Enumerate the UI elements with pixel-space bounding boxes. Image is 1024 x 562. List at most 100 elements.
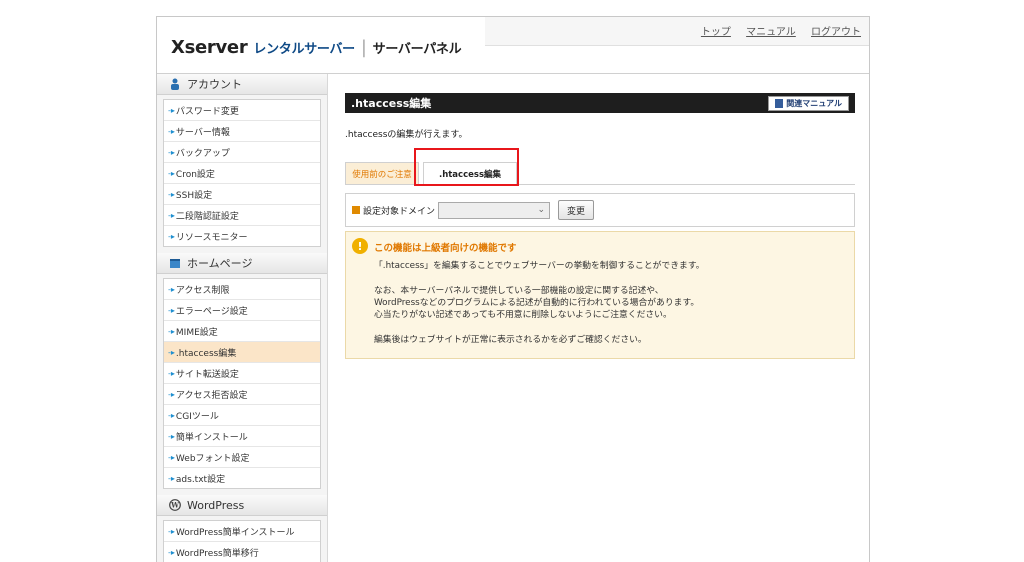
section-wordpress: W WordPress bbox=[157, 495, 327, 516]
sidebar-item-label: SSH設定 bbox=[175, 190, 213, 201]
sidebar-item-label: MIME設定 bbox=[175, 327, 218, 338]
sidebar-item-label: WordPress簡単インストール bbox=[175, 527, 295, 538]
section-homepage-title: ホームページ bbox=[187, 257, 253, 270]
arrow-icon: -▸ bbox=[168, 210, 175, 220]
sidebar-item-access-deny[interactable]: -▸ アクセス拒否設定 bbox=[164, 384, 320, 405]
sidebar-item-label: 二段階認証設定 bbox=[175, 211, 239, 222]
sidebar-item-label: リソースモニター bbox=[175, 232, 248, 243]
arrow-icon: -▸ bbox=[168, 168, 175, 178]
page-title-bar: .htaccess編集 関連マニュアル bbox=[345, 93, 855, 113]
sidebar-item-label: パスワード変更 bbox=[175, 106, 239, 117]
arrow-icon: -▸ bbox=[168, 126, 175, 136]
sidebar-item-label: Cron設定 bbox=[175, 169, 215, 180]
sidebar-item-easy-install[interactable]: -▸ 簡単インストール bbox=[164, 426, 320, 447]
sidebar-item-label: WordPress簡単移行 bbox=[175, 548, 259, 559]
link-top[interactable]: トップ bbox=[701, 27, 731, 38]
sidebar-item-2fa[interactable]: -▸ 二段階認証設定 bbox=[164, 205, 320, 226]
notice-line: WordPressなどのプログラムによる記述が自動的に行われている場合があります… bbox=[374, 298, 700, 308]
menu-homepage: -▸ アクセス制限 -▸ エラーページ設定 -▸ MIME設定 -▸ .htaccess… bbox=[163, 278, 321, 489]
related-manual-button[interactable]: 関連マニュアル bbox=[768, 96, 849, 111]
sidebar-item-label: エラーページ設定 bbox=[175, 306, 248, 317]
book-icon bbox=[775, 99, 784, 108]
sidebar-item-resource-monitor[interactable]: -▸ リソースモニター bbox=[164, 226, 320, 246]
bullet-icon bbox=[352, 206, 360, 214]
menu-account: -▸ パスワード変更 -▸ サーバー情報 -▸ バックアップ -▸ Cron設定 -▸ S… bbox=[163, 99, 321, 247]
arrow-icon: -▸ bbox=[168, 147, 175, 157]
sidebar-item-cgi-tool[interactable]: -▸ CGIツール bbox=[164, 405, 320, 426]
domain-label: 設定対象ドメイン bbox=[363, 206, 436, 217]
sidebar-item-wp-migrate[interactable]: -▸ WordPress簡単移行 bbox=[164, 542, 320, 562]
page-title: .htaccess編集 bbox=[351, 97, 432, 110]
wordpress-icon: W bbox=[169, 499, 181, 511]
arrow-icon: -▸ bbox=[168, 305, 175, 315]
sidebar-item-label: アクセス拒否設定 bbox=[175, 390, 248, 401]
link-manual[interactable]: マニュアル bbox=[746, 27, 796, 38]
sidebar: アカウント -▸ パスワード変更 -▸ サーバー情報 -▸ バックアップ -▸ Cron… bbox=[157, 74, 328, 562]
section-wordpress-title: WordPress bbox=[187, 498, 245, 512]
person-icon bbox=[169, 78, 181, 90]
sidebar-item-htaccess[interactable]: -▸ .htaccess編集 bbox=[164, 342, 320, 363]
sidebar-item-label: サイト転送設定 bbox=[175, 369, 239, 380]
logo-brand: レンタルサーバー bbox=[253, 42, 355, 57]
sidebar-item-backup[interactable]: -▸ バックアップ bbox=[164, 142, 320, 163]
sidebar-item-password[interactable]: -▸ パスワード変更 bbox=[164, 100, 320, 121]
chevron-down-icon: ⌄ bbox=[537, 205, 546, 215]
sidebar-item-server-info[interactable]: -▸ サーバー情報 bbox=[164, 121, 320, 142]
header: Xserver レンタルサーバー | サーバーパネル トップ マニュアル ログアウト bbox=[157, 17, 869, 74]
sidebar-item-cron[interactable]: -▸ Cron設定 bbox=[164, 163, 320, 184]
logo-main: Xserver bbox=[171, 37, 248, 58]
arrow-icon: -▸ bbox=[168, 526, 175, 536]
sidebar-item-label: バックアップ bbox=[175, 148, 230, 159]
panel-frame: Xserver レンタルサーバー | サーバーパネル トップ マニュアル ログアウト … bbox=[156, 16, 870, 562]
svg-text:W: W bbox=[170, 501, 179, 510]
sidebar-item-label: アクセス制限 bbox=[175, 285, 230, 296]
sidebar-item-ads-txt[interactable]: -▸ ads.txt設定 bbox=[164, 468, 320, 488]
arrow-icon: -▸ bbox=[168, 452, 175, 462]
arrow-icon: -▸ bbox=[168, 473, 175, 483]
sidebar-item-ssh[interactable]: -▸ SSH設定 bbox=[164, 184, 320, 205]
intro-text: .htaccessの編集が行えます。 bbox=[345, 130, 468, 140]
arrow-icon: -▸ bbox=[168, 547, 175, 557]
logo-panel: サーバーパネル bbox=[372, 42, 462, 57]
arrow-icon: -▸ bbox=[168, 347, 175, 357]
menu-wordpress: -▸ WordPress簡単インストール -▸ WordPress簡単移行 bbox=[163, 520, 321, 562]
sidebar-item-access-restriction[interactable]: -▸ アクセス制限 bbox=[164, 279, 320, 300]
arrow-icon: -▸ bbox=[168, 389, 175, 399]
sidebar-item-wp-install[interactable]: -▸ WordPress簡単インストール bbox=[164, 521, 320, 542]
logo-separator: | bbox=[360, 37, 367, 58]
warning-notice: ! この機能は上級者向けの機能です 「.htaccess」を編集することでウェブ… bbox=[345, 231, 855, 359]
sidebar-item-label: 簡単インストール bbox=[175, 432, 248, 443]
sidebar-item-label: CGIツール bbox=[175, 411, 219, 422]
logo[interactable]: Xserver レンタルサーバー | サーバーパネル bbox=[171, 37, 462, 58]
arrow-icon: -▸ bbox=[168, 105, 175, 115]
arrow-icon: -▸ bbox=[168, 368, 175, 378]
domain-form: 設定対象ドメイン ⌄ 変更 bbox=[345, 193, 855, 227]
sidebar-item-label: ads.txt設定 bbox=[175, 474, 226, 485]
main-content: .htaccess編集 関連マニュアル .htaccessの編集が行えます。 使… bbox=[345, 93, 855, 359]
sidebar-item-site-redirect[interactable]: -▸ サイト転送設定 bbox=[164, 363, 320, 384]
section-homepage: ホームページ bbox=[157, 253, 327, 274]
sidebar-item-label: .htaccess編集 bbox=[175, 348, 237, 359]
sidebar-item-error-page[interactable]: -▸ エラーページ設定 bbox=[164, 300, 320, 321]
arrow-icon: -▸ bbox=[168, 431, 175, 441]
link-logout[interactable]: ログアウト bbox=[811, 27, 861, 38]
arrow-icon: -▸ bbox=[168, 410, 175, 420]
tab-precautions[interactable]: 使用前のご注意 bbox=[345, 162, 419, 184]
homepage-icon bbox=[169, 257, 181, 269]
top-links: トップ マニュアル ログアウト bbox=[689, 23, 861, 38]
notice-line: なお、本サーバーパネルで提供している一部機能の設定に関する記述や、 bbox=[374, 286, 664, 296]
sidebar-item-mime[interactable]: -▸ MIME設定 bbox=[164, 321, 320, 342]
domain-select[interactable]: ⌄ bbox=[438, 201, 551, 219]
highlight-box bbox=[414, 148, 519, 186]
arrow-icon: -▸ bbox=[168, 189, 175, 199]
section-account-title: アカウント bbox=[187, 78, 242, 91]
section-account: アカウント bbox=[157, 74, 327, 95]
related-manual-label: 関連マニュアル bbox=[786, 99, 842, 108]
arrow-icon: -▸ bbox=[168, 284, 175, 294]
sidebar-item-label: Webフォント設定 bbox=[175, 453, 250, 464]
notice-line: 「.htaccess」を編集することでウェブサーバーの挙動を制御することができま… bbox=[374, 261, 705, 271]
notice-line: 編集後はウェブサイトが正常に表示されるかを必ずご確認ください。 bbox=[374, 335, 647, 345]
change-button[interactable]: 変更 bbox=[558, 200, 595, 220]
sidebar-item-web-font[interactable]: -▸ Webフォント設定 bbox=[164, 447, 320, 468]
notice-title: この機能は上級者向けの機能です bbox=[374, 243, 517, 254]
